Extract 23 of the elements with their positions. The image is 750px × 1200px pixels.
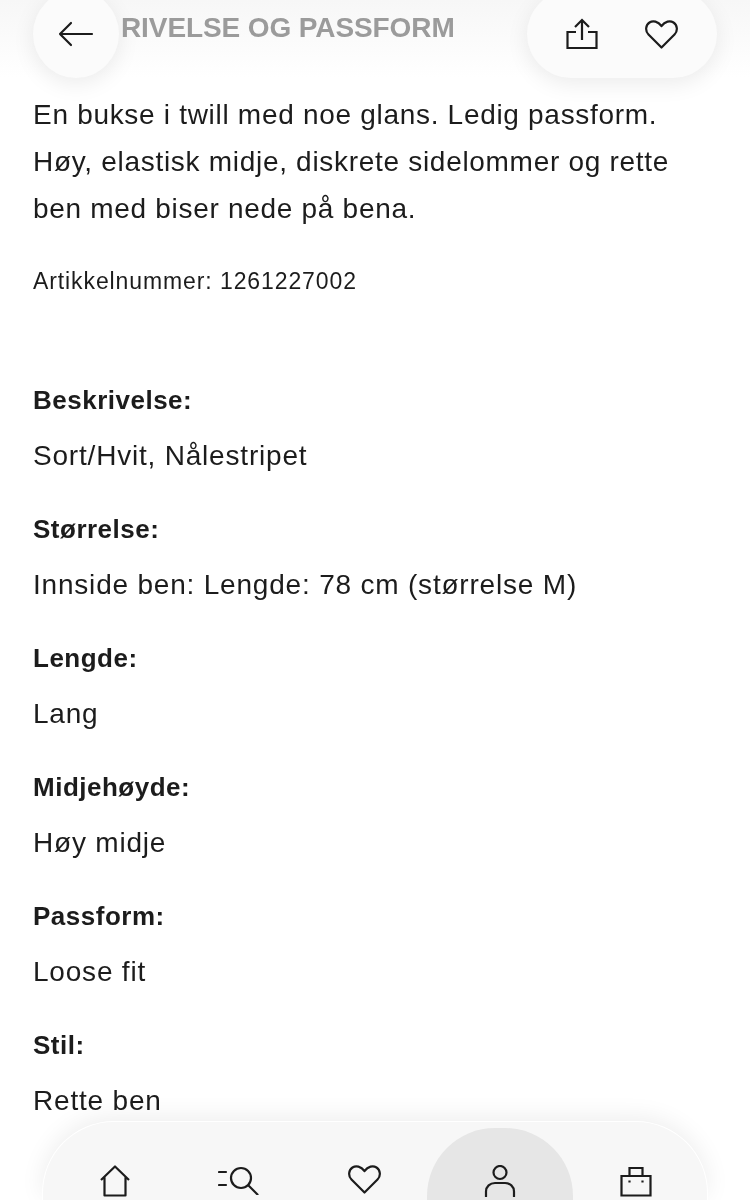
heart-icon	[644, 19, 678, 49]
detail-label: Midjehøyde:	[33, 771, 191, 803]
detail-label: Stil:	[33, 1029, 85, 1061]
bag-icon	[619, 1165, 652, 1197]
product-description: En bukse i twill med noe glans. Ledig passform. Høy, elastisk midje, diskrete sidelommer og rette ben med biser nede på bena.	[33, 98, 670, 226]
detail-label: Størrelse:	[33, 513, 160, 545]
share-icon	[566, 18, 599, 50]
back-arrow-icon	[58, 21, 94, 47]
home-icon	[98, 1165, 131, 1197]
detail-value: Lang	[33, 697, 99, 731]
detail-value: Innside ben: Lengde: 78 cm (størrelse M)	[33, 568, 577, 602]
heart-icon	[348, 1165, 381, 1194]
detail-value: Loose fit	[33, 955, 147, 989]
page-title: RIVELSE OG PASSFORM	[121, 12, 455, 44]
detail-label: Beskrivelse:	[33, 384, 193, 416]
detail-label: Lengde:	[33, 642, 138, 674]
detail-label: Passform:	[33, 900, 165, 932]
detail-value: Rette ben	[33, 1084, 162, 1118]
person-icon	[484, 1165, 516, 1197]
article-number: Artikkelnummer: 1261227002	[33, 267, 358, 296]
detail-value: Høy midje	[33, 826, 167, 860]
detail-value: Sort/Hvit, Nålestripet	[33, 439, 308, 473]
search-icon	[217, 1165, 262, 1195]
